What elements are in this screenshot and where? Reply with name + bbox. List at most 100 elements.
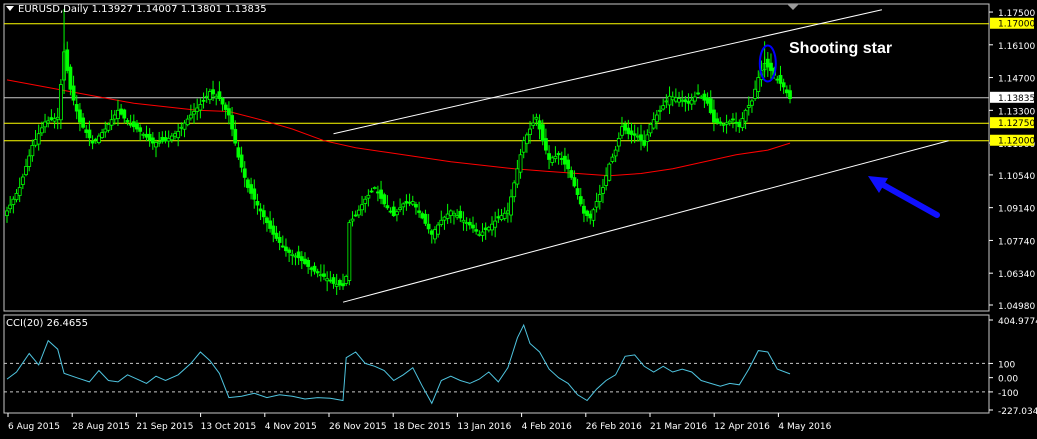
candle-body [154, 142, 158, 148]
candle [715, 112, 719, 125]
candle [100, 128, 104, 139]
candle-body [100, 132, 104, 138]
price-tick-label: 1.07740 [998, 237, 1035, 247]
candle-body [607, 163, 612, 181]
candle-body [467, 221, 472, 226]
candle [731, 113, 735, 129]
candle [483, 222, 488, 240]
candle-body [385, 205, 390, 209]
cci-pane-frame [3, 314, 990, 414]
candle [467, 218, 472, 230]
candle-body [505, 210, 510, 214]
candle-body [391, 206, 396, 217]
candle-body [322, 273, 326, 277]
candle [207, 88, 212, 104]
candle [464, 217, 469, 232]
candle [534, 113, 539, 126]
price-tick-label: 1.16100 [998, 42, 1035, 52]
candle [547, 145, 551, 170]
candle-body [613, 149, 618, 157]
candle-body [201, 99, 206, 102]
cci-tick-label: -100 [998, 389, 1019, 399]
time-tick-label: 21 Mar 2016 [650, 422, 707, 432]
time-tick-label: 6 Aug 2015 [8, 422, 60, 432]
dropdown-triangle-icon[interactable] [6, 6, 14, 11]
candle-body [382, 194, 387, 205]
candle-body [195, 107, 200, 112]
candle-body [537, 120, 542, 130]
candle [192, 103, 196, 124]
candle-body [740, 118, 745, 129]
candle-body [658, 109, 662, 112]
candle [350, 211, 355, 227]
candle [169, 132, 174, 143]
candle-body [188, 114, 193, 119]
candle [594, 192, 599, 213]
candle [103, 121, 108, 138]
candle [512, 180, 517, 203]
candle-body [141, 133, 146, 136]
candle-body [112, 114, 117, 120]
candle [366, 189, 371, 207]
candle [277, 231, 282, 251]
candle [255, 193, 260, 215]
candle [309, 266, 314, 277]
candle [429, 229, 434, 244]
price-chart-canvas[interactable]: 1.175001.161001.147001.133001.119001.105… [0, 0, 1037, 439]
candle-body [635, 135, 640, 138]
candle [65, 41, 70, 74]
candle-body [299, 256, 304, 262]
candle [112, 110, 117, 125]
candle-body [483, 227, 488, 231]
candle [128, 114, 133, 128]
level-price-label: 1.17000 [998, 20, 1035, 30]
candle [150, 132, 155, 150]
candle-body [708, 98, 713, 114]
time-tick-label: 4 Feb 2016 [522, 422, 573, 432]
cci-header: CCI(20) 26.4655 [6, 318, 88, 329]
candle [375, 185, 380, 202]
candle [620, 116, 624, 139]
candle-body [135, 122, 139, 130]
candle-body [632, 133, 637, 136]
candle [268, 211, 273, 233]
candle [607, 162, 612, 182]
candle-body [540, 124, 545, 142]
candle-body [388, 210, 393, 213]
candle-body [17, 187, 22, 196]
candle-body [328, 279, 333, 282]
candle [531, 114, 536, 130]
candle-body [534, 116, 539, 120]
candle [109, 109, 114, 131]
candle [471, 216, 475, 233]
candle-body [36, 133, 41, 145]
candle-body [407, 201, 412, 204]
candle-body [420, 213, 425, 219]
candle [401, 202, 406, 216]
candle-body [55, 116, 60, 120]
candle [182, 120, 187, 138]
candle [356, 205, 361, 219]
candle [426, 213, 431, 234]
candle [296, 245, 301, 265]
candle [635, 127, 640, 142]
candle-body [182, 122, 187, 130]
candle [743, 108, 748, 130]
candle-body [33, 139, 38, 146]
candle-body [509, 196, 513, 216]
candle [544, 128, 548, 155]
candle-body [433, 229, 437, 240]
candle [347, 219, 352, 286]
level-price-label: 1.12000 [998, 137, 1035, 147]
candle [360, 195, 364, 217]
candle-body [597, 194, 602, 202]
candle-body [211, 89, 215, 95]
candle [90, 135, 95, 150]
candle [398, 198, 402, 213]
candle [524, 132, 529, 153]
candle-body [731, 118, 735, 121]
candle-body [119, 108, 124, 115]
candle [505, 202, 510, 223]
candle-body [629, 130, 634, 135]
candle-body [490, 223, 494, 231]
